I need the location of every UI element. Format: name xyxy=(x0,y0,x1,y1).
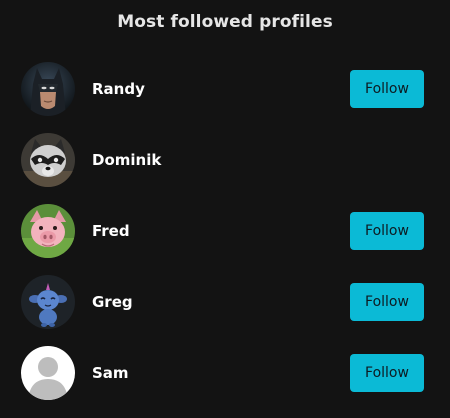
profile-row-fred: Fred Follow xyxy=(0,195,450,266)
followed-profiles-panel: Most followed profiles Randy Follow Domi… xyxy=(0,0,450,418)
follow-button-fred[interactable]: Follow xyxy=(350,212,424,250)
panel-title: Most followed profiles xyxy=(117,12,333,32)
profile-name[interactable]: Randy xyxy=(92,80,145,98)
profile-row-sam: Sam Follow xyxy=(0,337,450,408)
follow-button-greg[interactable]: Follow xyxy=(350,283,424,321)
profile-row-dominik: Dominik xyxy=(0,124,450,195)
profile-name[interactable]: Dominik xyxy=(92,151,161,169)
profile-name[interactable]: Fred xyxy=(92,222,130,240)
profile-list: Randy Follow Dominik Fred Follow Greg Fo… xyxy=(0,53,450,408)
profile-row-randy: Randy Follow xyxy=(0,53,450,124)
masked-hero-avatar-icon[interactable] xyxy=(21,62,75,116)
follow-button-sam[interactable]: Follow xyxy=(350,354,424,392)
follow-button-randy[interactable]: Follow xyxy=(350,70,424,108)
profile-name[interactable]: Sam xyxy=(92,364,129,382)
blue-creature-avatar-icon[interactable] xyxy=(21,275,75,329)
default-user-avatar-icon[interactable] xyxy=(21,346,75,400)
raccoon-avatar-icon[interactable] xyxy=(21,133,75,187)
pig-avatar-icon[interactable] xyxy=(21,204,75,258)
profile-name[interactable]: Greg xyxy=(92,293,133,311)
profile-row-greg: Greg Follow xyxy=(0,266,450,337)
